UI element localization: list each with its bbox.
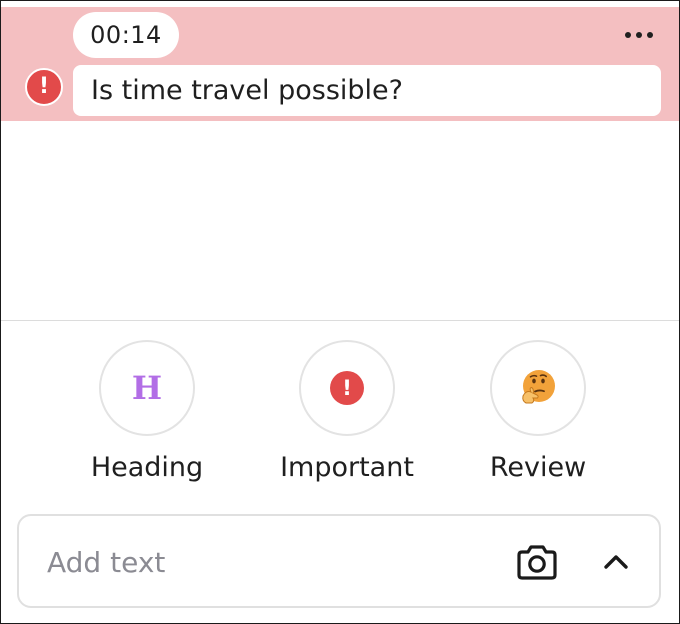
camera-icon bbox=[517, 545, 557, 580]
exclamation-circle-icon: ! bbox=[330, 371, 364, 405]
thinking-face-icon bbox=[522, 370, 555, 404]
tag-important-button[interactable]: ! Important bbox=[277, 340, 417, 483]
exclamation-circle-icon: ! bbox=[25, 68, 63, 106]
app-frame: 00:14 ! Is time travel possible? H Headi… bbox=[0, 0, 680, 624]
tag-heading-label: Heading bbox=[90, 452, 204, 483]
tag-important-circle[interactable]: ! bbox=[299, 340, 395, 436]
more-options-button[interactable] bbox=[619, 23, 659, 47]
chevron-up-icon bbox=[604, 555, 628, 569]
heading-h-icon: H bbox=[131, 369, 163, 407]
tag-review-circle[interactable] bbox=[490, 340, 586, 436]
camera-button[interactable] bbox=[515, 542, 559, 582]
note-text[interactable]: Is time travel possible? bbox=[73, 65, 661, 116]
notes-area[interactable] bbox=[1, 121, 679, 319]
tag-important-label: Important bbox=[280, 452, 414, 483]
more-horizontal-icon bbox=[625, 32, 631, 38]
timestamp-pill[interactable]: 00:14 bbox=[73, 12, 179, 58]
tag-heading-circle[interactable]: H bbox=[99, 340, 195, 436]
add-text-bar bbox=[17, 514, 661, 608]
expand-button[interactable] bbox=[599, 546, 633, 576]
divider bbox=[1, 320, 679, 321]
tag-heading-button[interactable]: H Heading bbox=[77, 340, 217, 483]
important-note-band: 00:14 ! Is time travel possible? bbox=[1, 7, 679, 121]
add-text-input[interactable] bbox=[45, 536, 469, 588]
tag-review-button[interactable]: Review bbox=[468, 340, 608, 483]
tag-review-label: Review bbox=[489, 452, 587, 483]
